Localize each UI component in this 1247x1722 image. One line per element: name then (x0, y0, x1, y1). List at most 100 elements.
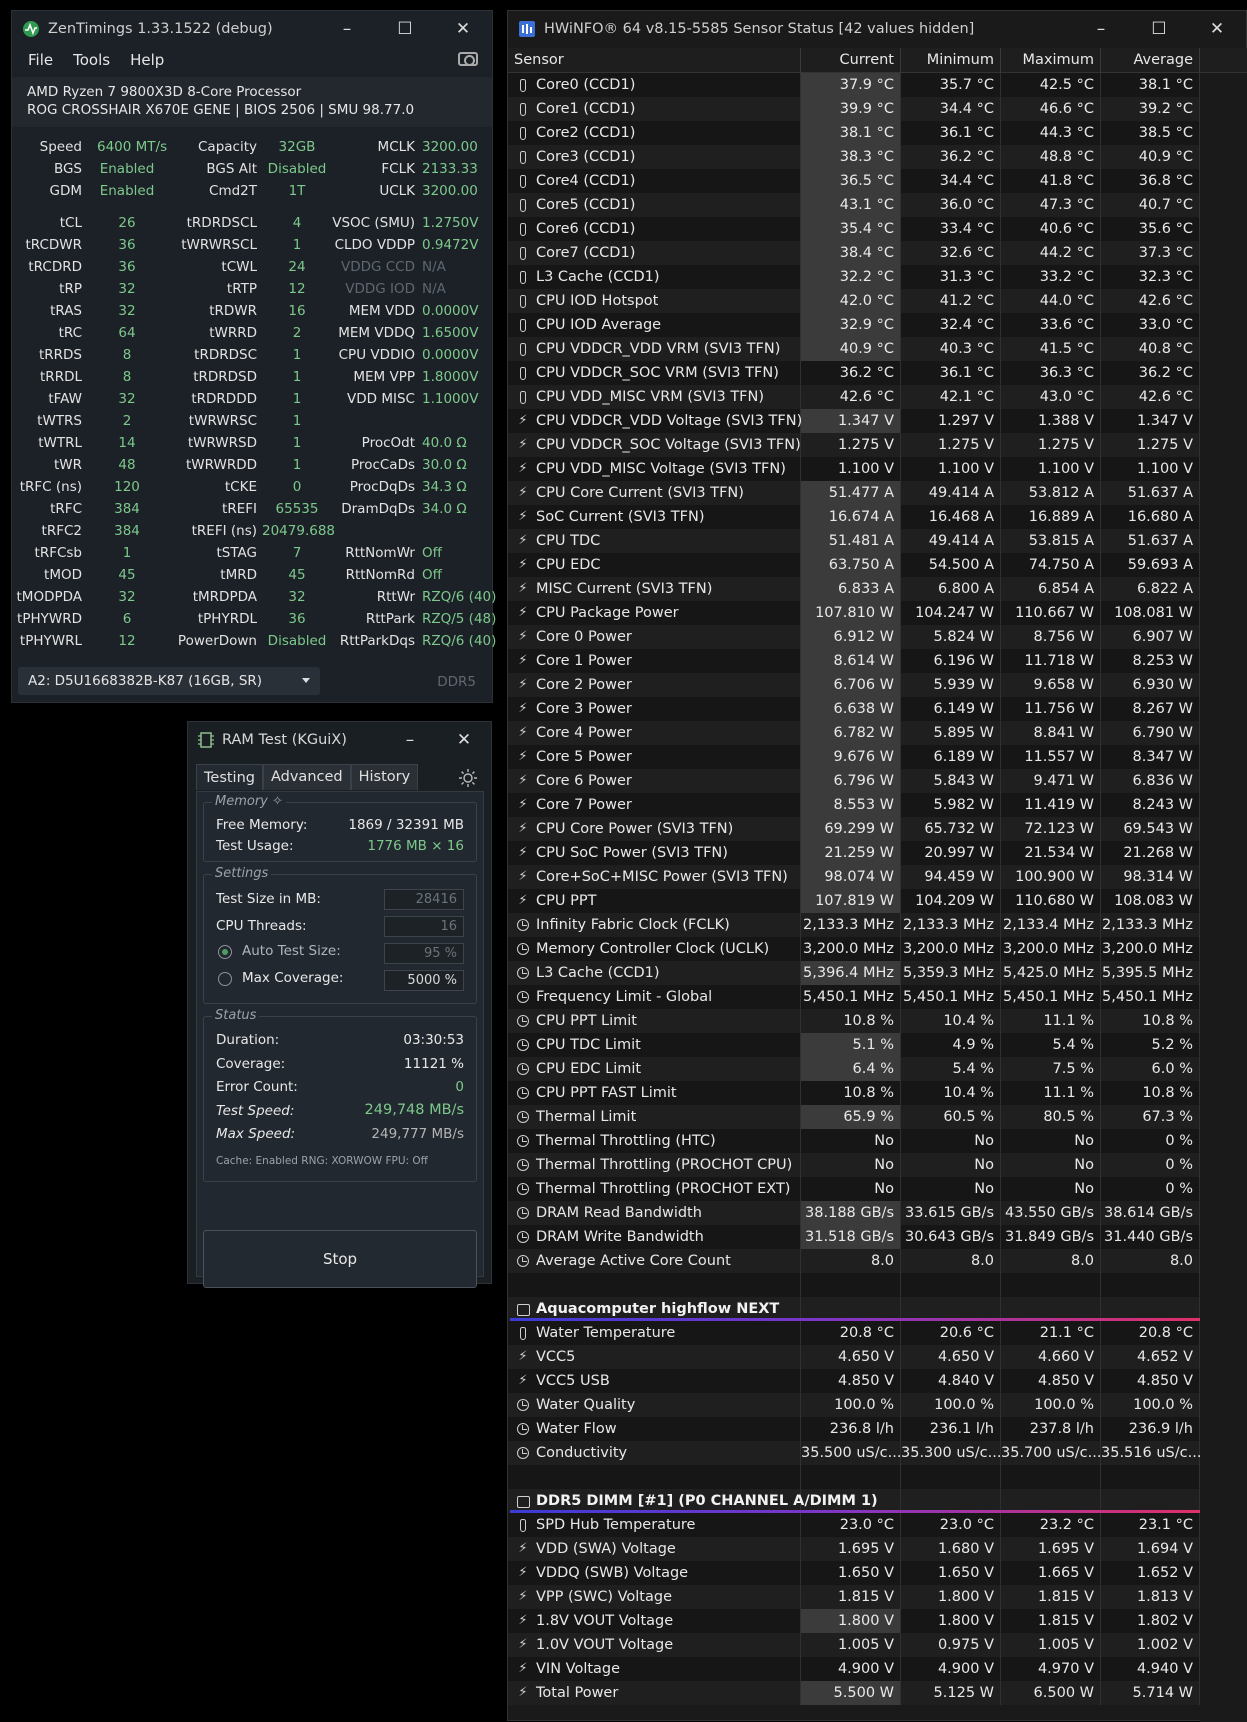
tab-history[interactable]: History (350, 764, 419, 790)
max-coverage-radio[interactable] (218, 972, 232, 986)
ramtest-titlebar[interactable]: RAM Test (KGuiX) – ✕ (188, 722, 491, 758)
sensor-row[interactable]: Water Flow 236.8 l/h 236.1 l/h 237.8 l/h 236… (508, 1417, 1200, 1441)
sensor-row[interactable]: ⚡ CPU VDDCR_SOC Voltage (SVI3 TFN) 1.275 V… (508, 433, 1200, 457)
sensor-row[interactable]: ⚡ 1.8V VOUT Voltage 1.800 V 1.800 V 1.815 V1… (508, 1609, 1200, 1633)
column-minimum[interactable]: Minimum (901, 48, 1001, 73)
minimize-button[interactable]: – (1072, 11, 1130, 47)
minimize-button[interactable]: – (318, 11, 376, 47)
sensor-row[interactable]: Core4 (CCD1) 36.5 °C 34.4 °C 41.8 °C 36.8 °C (508, 169, 1200, 193)
minimize-button[interactable]: – (383, 722, 437, 758)
sensor-row[interactable]: ⚡ MISC Current (SVI3 TFN) 6.833 A 6.800 A 6.… (508, 577, 1200, 601)
tab-advanced[interactable]: Advanced (262, 764, 351, 790)
sensor-row[interactable]: CPU IOD Average 32.9 °C 32.4 °C 33.6 °C 33.0… (508, 313, 1200, 337)
sensor-row[interactable]: DRAM Write Bandwidth 31.518 GB/s 30.643 GB… (508, 1225, 1200, 1249)
sensor-row[interactable]: ⚡ CPU Core Current (SVI3 TFN) 51.477 A 49.4… (508, 481, 1200, 505)
sensor-row[interactable]: Core0 (CCD1) 37.9 °C 35.7 °C 42.5 °C 38.1 °C (508, 73, 1200, 97)
column-current[interactable]: Current (801, 48, 901, 73)
maximize-button[interactable]: ☐ (376, 11, 434, 47)
column-sensor[interactable]: Sensor (508, 48, 801, 73)
sensor-row[interactable]: Memory Controller Clock (UCLK) 3,200.0 MH… (508, 937, 1200, 961)
sensor-row[interactable]: ⚡ CPU PPT 107.819 W 104.209 W 110.680 W 108.0… (508, 889, 1200, 913)
menu-help[interactable]: Help (130, 51, 164, 69)
sensor-group-header[interactable]: Aquacomputer highflow NEXT (508, 1297, 1200, 1321)
sensor-row[interactable]: ⚡ Core 1 Power 8.614 W 6.196 W 11.718 W 8.253… (508, 649, 1200, 673)
sensor-row[interactable]: Core5 (CCD1) 43.1 °C 36.0 °C 47.3 °C 40.7 °C (508, 193, 1200, 217)
sensor-row[interactable]: ⚡ Core 0 Power 6.912 W 5.824 W 8.756 W 6.907 … (508, 625, 1200, 649)
maximize-button[interactable]: ☐ (1130, 11, 1188, 47)
sensor-row[interactable]: ⚡ Core 5 Power 9.676 W 6.189 W 11.557 W 8.347… (508, 745, 1200, 769)
sensor-row[interactable]: Core7 (CCD1) 38.4 °C 32.6 °C 44.2 °C 37.3 °C (508, 241, 1200, 265)
sensor-row[interactable] (508, 1273, 1200, 1297)
sensor-row[interactable]: CPU VDDCR_SOC VRM (SVI3 TFN) 36.2 °C 36.1 … (508, 361, 1200, 385)
sensor-row[interactable]: Thermal Throttling (PROCHOT CPU) No No No 0 … (508, 1153, 1200, 1177)
sensor-row[interactable]: Frequency Limit - Global 5,450.1 MHz 5,450… (508, 985, 1200, 1009)
sensor-row[interactable]: ⚡ VIN Voltage 4.900 V 4.900 V 4.970 V 4.940 V (508, 1657, 1200, 1681)
sensor-row[interactable]: ⚡ Core 6 Power 6.796 W 5.843 W 9.471 W 6.836 … (508, 769, 1200, 793)
close-button[interactable]: ✕ (434, 11, 492, 47)
sensor-row[interactable]: ⚡ CPU SoC Power (SVI3 TFN) 21.259 W 20.997 … (508, 841, 1200, 865)
sensor-row[interactable]: CPU PPT FAST Limit 10.8 % 10.4 % 11.1 % 10.8… (508, 1081, 1200, 1105)
menu-file[interactable]: File (28, 51, 53, 69)
test-size-input[interactable]: 28416 (384, 889, 464, 910)
stop-button[interactable]: Stop (203, 1230, 477, 1288)
sensor-row[interactable]: ⚡ Core 3 Power 6.638 W 6.149 W 11.756 W 8.267… (508, 697, 1200, 721)
sensor-row[interactable]: L3 Cache (CCD1) 32.2 °C 31.3 °C 33.2 °C 32.3… (508, 265, 1200, 289)
theme-toggle-sun-icon[interactable] (459, 769, 477, 787)
sensor-row[interactable]: ⚡ CPU VDD_MISC Voltage (SVI3 TFN) 1.100 V1… (508, 457, 1200, 481)
sensor-row[interactable]: CPU TDC Limit 5.1 % 4.9 % 5.4 % 5.2 % (508, 1033, 1200, 1057)
sensor-row[interactable]: Core2 (CCD1) 38.1 °C 36.1 °C 44.3 °C 38.5 °C (508, 121, 1200, 145)
sensor-row[interactable]: Average Active Core Count 8.0 8.0 8.0 8.0 (508, 1249, 1200, 1273)
column-maximum[interactable]: Maximum (1001, 48, 1101, 73)
sensor-row[interactable]: SPD Hub Temperature 23.0 °C 23.0 °C 23.2 °C… (508, 1513, 1200, 1537)
sensor-row[interactable]: ⚡ VPP (SWC) Voltage 1.815 V 1.800 V 1.815 V1… (508, 1585, 1200, 1609)
sensor-row[interactable]: Thermal Throttling (HTC) No No No 0 % (508, 1129, 1200, 1153)
sensor-row[interactable]: Infinity Fabric Clock (FCLK) 2,133.3 MHz 2… (508, 913, 1200, 937)
sensor-row[interactable]: ⚡ 1.0V VOUT Voltage 1.005 V 0.975 V 1.005 V1… (508, 1633, 1200, 1657)
sensor-row[interactable]: ⚡ Total Power 5.500 W 5.125 W 6.500 W 5.714 W (508, 1681, 1200, 1705)
sensor-row[interactable]: Thermal Throttling (PROCHOT EXT) No No No 0 … (508, 1177, 1200, 1201)
sensor-group-header[interactable]: DDR5 DIMM [#1] (P0 CHANNEL A/DIMM 1) (508, 1489, 1200, 1513)
sensor-row[interactable]: ⚡ CPU Package Power 107.810 W 104.247 W 110.… (508, 601, 1200, 625)
sensor-row[interactable]: DRAM Read Bandwidth 38.188 GB/s 33.615 GB/… (508, 1201, 1200, 1225)
sensor-row[interactable]: ⚡ Core 4 Power 6.782 W 5.895 W 8.841 W 6.790 … (508, 721, 1200, 745)
sensor-row[interactable]: ⚡ VCC5 USB 4.850 V 4.840 V 4.850 V 4.850 V (508, 1369, 1200, 1393)
sensor-row[interactable]: ⚡ SoC Current (SVI3 TFN) 16.674 A 16.468 A1… (508, 505, 1200, 529)
sensor-row[interactable]: ⚡ CPU Core Power (SVI3 TFN) 69.299 W 65.732… (508, 817, 1200, 841)
sensor-row[interactable] (508, 1465, 1200, 1489)
sensor-row[interactable]: L3 Cache (CCD1) 5,396.4 MHz 5,359.3 MHz 5,4… (508, 961, 1200, 985)
sensor-row[interactable]: ⚡ Core+SoC+MISC Power (SVI3 TFN) 98.074 W9… (508, 865, 1200, 889)
dimm-selector[interactable]: A2: D5U1668382B-K87 (16GB, SR) (18, 667, 320, 695)
sensor-row[interactable]: ⚡ Core 2 Power 6.706 W 5.939 W 9.658 W 6.930 … (508, 673, 1200, 697)
screenshot-camera-icon[interactable] (458, 52, 478, 66)
sensor-row[interactable]: Core1 (CCD1) 39.9 °C 34.4 °C 46.6 °C 39.2 °C (508, 97, 1200, 121)
sensor-row[interactable]: CPU IOD Hotspot 42.0 °C 41.2 °C 44.0 °C 42.6… (508, 289, 1200, 313)
cpu-threads-input[interactable]: 16 (384, 916, 464, 937)
tab-testing[interactable]: Testing (196, 764, 263, 790)
close-button[interactable]: ✕ (437, 722, 491, 758)
sensor-row[interactable]: CPU EDC Limit 6.4 % 5.4 % 7.5 % 6.0 % (508, 1057, 1200, 1081)
sensor-row[interactable]: CPU VDD_MISC VRM (SVI3 TFN) 42.6 °C 42.1 °… (508, 385, 1200, 409)
menu-tools[interactable]: Tools (73, 51, 110, 69)
sensor-row[interactable]: ⚡ CPU VDDCR_VDD Voltage (SVI3 TFN) 1.347 V… (508, 409, 1200, 433)
sensor-row[interactable]: Conductivity 35.500 uS/c... 35.300 uS/c...… (508, 1441, 1201, 1465)
sensor-row[interactable]: ⚡ Core 7 Power 8.553 W 5.982 W 11.419 W 8.243… (508, 793, 1200, 817)
auto-test-size-radio[interactable] (218, 945, 232, 959)
sensor-row[interactable]: Core3 (CCD1) 38.3 °C 36.2 °C 48.8 °C 40.9 °C (508, 145, 1200, 169)
close-button[interactable]: ✕ (1188, 11, 1246, 47)
zentimings-titlebar[interactable]: ZenTimings 1.33.1522 (debug) – ☐ ✕ (12, 11, 492, 47)
sensor-row[interactable]: Water Quality 100.0 % 100.0 % 100.0 % 100.0 … (508, 1393, 1200, 1417)
sensor-row[interactable]: ⚡ VDD (SWA) Voltage 1.695 V 1.680 V 1.695 V1… (508, 1537, 1200, 1561)
sensor-row[interactable]: Thermal Limit 65.9 % 60.5 % 80.5 % 67.3 % (508, 1105, 1200, 1129)
sensor-row[interactable]: ⚡ CPU EDC 63.750 A 54.500 A 74.750 A 59.693 A (508, 553, 1200, 577)
column-average[interactable]: Average (1101, 48, 1200, 73)
sensor-row[interactable]: ⚡ VCC5 4.650 V 4.650 V 4.660 V 4.652 V (508, 1345, 1200, 1369)
sensor-row[interactable]: CPU PPT Limit 10.8 % 10.4 % 11.1 % 10.8 % (508, 1009, 1200, 1033)
hwinfo-titlebar[interactable]: HWiNFO® 64 v8.15-5585 Sensor Status [42 … (508, 11, 1246, 47)
sensor-row[interactable]: ⚡ VDDQ (SWB) Voltage 1.650 V 1.650 V 1.665 V… (508, 1561, 1200, 1585)
max-coverage-input[interactable]: 5000 % (384, 970, 464, 991)
sensor-row[interactable]: Water Temperature 20.8 °C 20.6 °C 21.1 °C 20… (508, 1321, 1200, 1345)
sensor-row[interactable]: CPU VDDCR_VDD VRM (SVI3 TFN) 40.9 °C 40.3 … (508, 337, 1200, 361)
sensor-row[interactable]: Core6 (CCD1) 35.4 °C 33.4 °C 40.6 °C 35.6 °C (508, 217, 1200, 241)
auto-test-size-input[interactable]: 95 % (384, 943, 464, 964)
sensor-row[interactable]: ⚡ CPU TDC 51.481 A 49.414 A 53.815 A 51.637 A (508, 529, 1200, 553)
